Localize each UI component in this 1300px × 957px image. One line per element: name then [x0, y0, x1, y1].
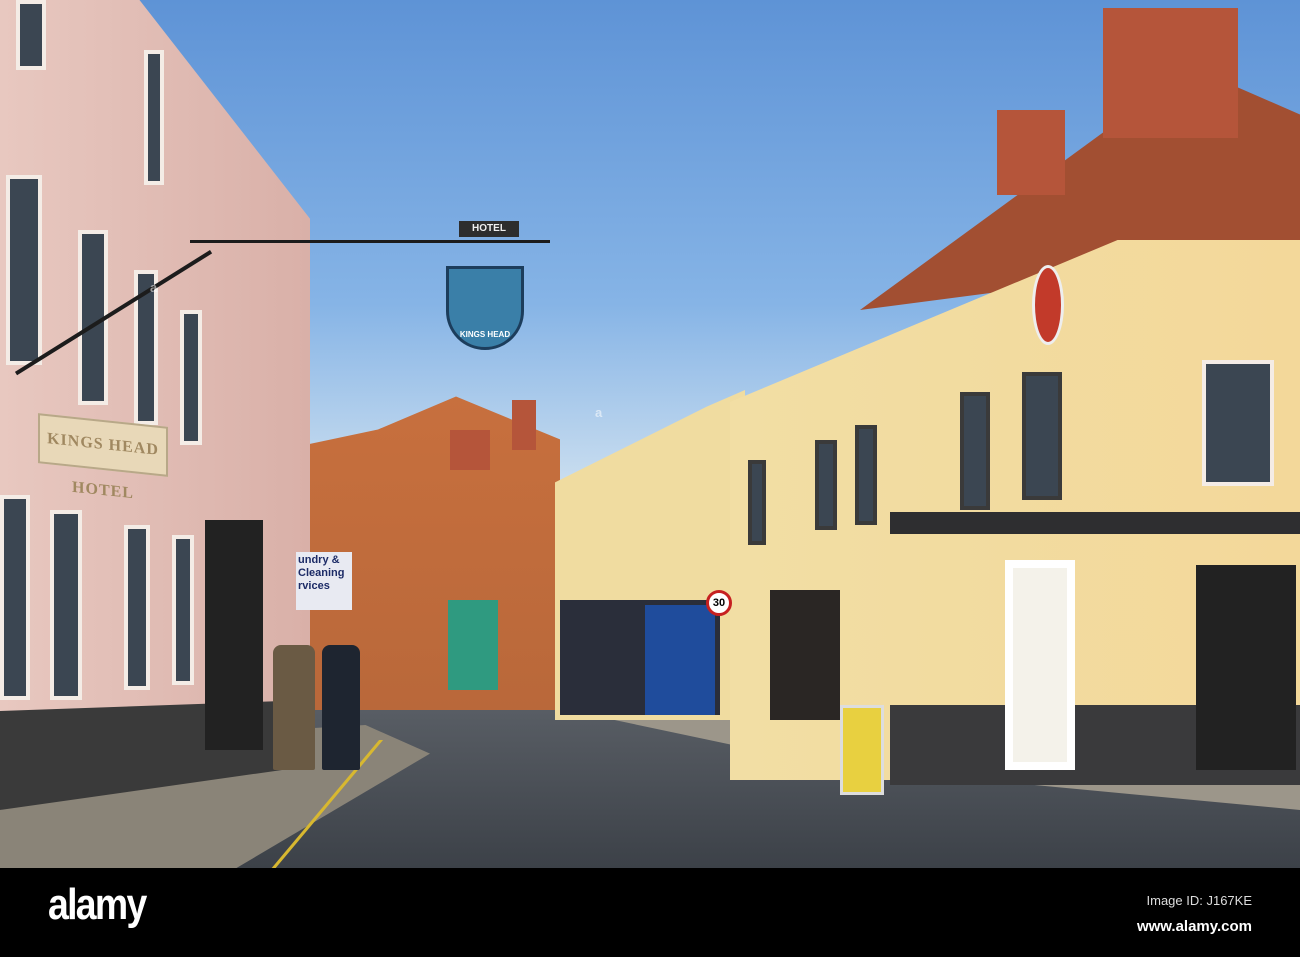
pedestrian [273, 645, 315, 770]
window [960, 392, 990, 510]
hotel-sign: HOTEL [459, 221, 519, 237]
laundry-sign: undry & Cleaning rvices [296, 552, 352, 610]
window [815, 440, 837, 530]
black-door [1196, 565, 1296, 770]
chimney [512, 400, 536, 450]
window [6, 175, 42, 365]
alamy-logo: alamy [48, 880, 147, 929]
keep-left-bollard [840, 705, 884, 795]
chimney [450, 430, 490, 470]
site-url: www.alamy.com [1136, 918, 1252, 935]
window [124, 525, 150, 690]
chimney [1103, 8, 1238, 138]
window [50, 510, 82, 700]
kings-head-sign-text: KINGS HEAD [459, 330, 511, 339]
doorway [770, 590, 840, 720]
window [855, 425, 877, 525]
sign-bracket [190, 240, 550, 243]
street-photo: KINGS HEAD HOTEL HOTEL KINGS HEAD undry … [0, 0, 1300, 868]
pub-hanging-sign [1032, 265, 1064, 345]
speed-limit-sign: 30 [706, 590, 732, 616]
window [1202, 360, 1274, 486]
window [748, 460, 766, 545]
window [172, 535, 194, 685]
footer-bar [0, 868, 1300, 957]
watermark: a [150, 280, 158, 295]
window [144, 50, 164, 185]
chimney [997, 110, 1065, 195]
window [0, 495, 30, 700]
window [180, 310, 202, 445]
blue-shopfront [645, 605, 715, 715]
green-shopfront [448, 600, 498, 690]
window [16, 0, 46, 70]
timber-band [890, 512, 1300, 534]
white-door-surround [1005, 560, 1075, 770]
watermark: a [595, 405, 603, 420]
hotel-porch [205, 520, 263, 750]
image-id: Image ID: J167KE [1146, 893, 1253, 908]
pedestrian [322, 645, 360, 770]
window [1022, 372, 1062, 500]
